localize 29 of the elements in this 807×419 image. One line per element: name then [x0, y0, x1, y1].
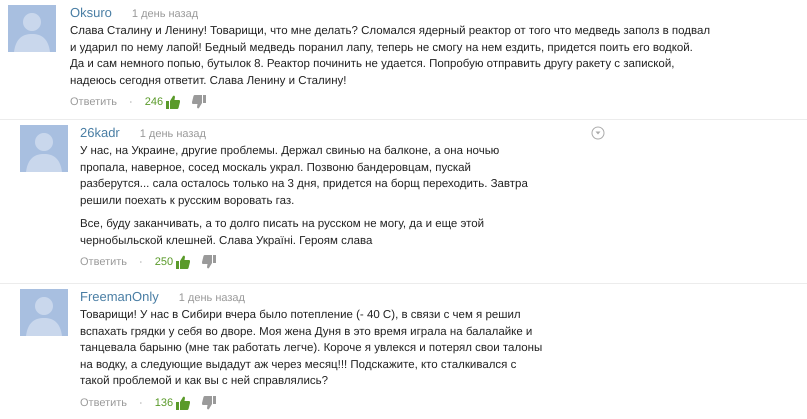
author-name[interactable]: Oksuro — [70, 5, 112, 21]
separator-dot: · — [139, 396, 143, 410]
thumbs-up-icon[interactable] — [176, 396, 190, 410]
like-count: 136 — [154, 396, 174, 410]
timestamp: 1 день назад — [132, 7, 198, 22]
thumbs-up-icon[interactable] — [166, 95, 180, 109]
thumbs-down-icon[interactable] — [192, 95, 206, 109]
separator-dot: · — [129, 95, 133, 109]
author-name[interactable]: FreemanOnly — [80, 289, 159, 305]
like-count: 250 — [154, 255, 174, 269]
separator-dot: · — [139, 255, 143, 269]
comment-text: У нас, на Украине, другие проблемы. Держал свинью на балконе, а она ночью пропала, наверное, сосед москаль украл. Позвоню бандеровцам, пускай разберутся... сала осталось только на 3 дня, придется на борщ переходить. Завтра решили поехать к русским воровать газ. — [80, 144, 529, 208]
comment-text: Все, буду заканчивать, а то долго писать на русском не могу, да и еще этой чернобыльской клешней. Слава Україні. Героям слава — [80, 217, 486, 248]
reply-link[interactable]: Ответить — [70, 95, 118, 109]
avatar-icon — [8, 5, 56, 52]
thumbs-up-icon[interactable] — [176, 255, 190, 269]
comment-text: Товарищи! У нас в Сибири вчера было потепление (- 40 С), в связи с чем я решил вспахать грядки у себя во дворе. Моя жена Дуня в это время играла на балалайке и танцевала барыню (мне так работать легче). Короче я увлекся и потерял свои талоны на водку, а следующие выдадут аж через месяц!!! Подскажите, кто сталкивался с такой проблемой и как вы с ней справлялись? — [80, 308, 544, 389]
author-name[interactable]: 26kadr — [80, 125, 120, 141]
avatar-icon — [20, 289, 68, 336]
timestamp: 1 день назад — [140, 127, 206, 142]
reply-link[interactable]: Ответить — [80, 255, 128, 269]
like-count: 246 — [144, 95, 164, 109]
dropdown-icon[interactable] — [591, 126, 605, 140]
comment-text: Слава Сталину и Ленину! Товарищи, что мне делать? Сломался ядерный реактор от того что медведь заполз в подвал и ударил по нему лапой! Бедный медведь поранил лапу, теперь не смогу на нем ездить, придется поить его водкой. Да и сам немного попью, бутылок 8. Реактор починить не удается. Попробую отправить другу ракету с запиской, надеюсь сегодня ответит. Слава Ленину и Сталину! — [70, 24, 712, 88]
timestamp: 1 день назад — [178, 291, 245, 306]
avatar-icon — [20, 125, 68, 172]
thumbs-down-icon[interactable] — [202, 255, 216, 269]
reply-link[interactable]: Ответить — [80, 396, 128, 410]
thumbs-down-icon[interactable] — [202, 396, 216, 410]
